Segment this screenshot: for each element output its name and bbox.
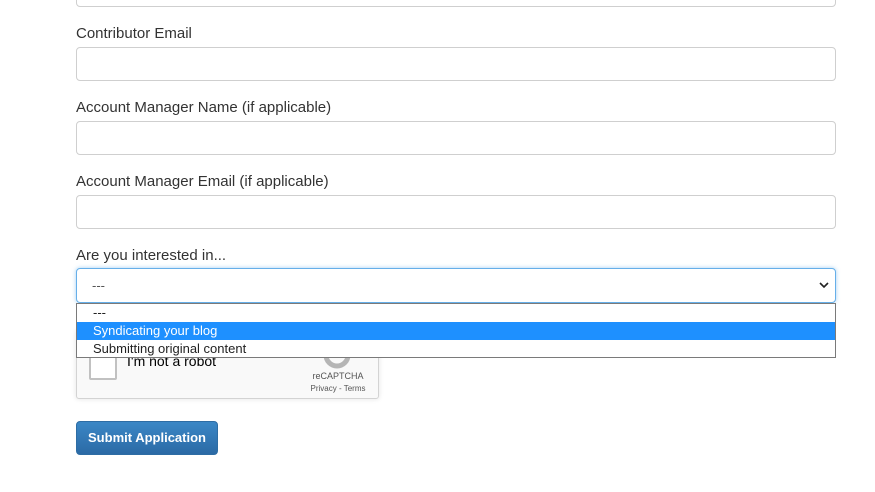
application-form: Contributor Email Account Manager Name (… xyxy=(0,0,875,492)
account-manager-email-field[interactable] xyxy=(76,195,836,229)
recaptcha-brand: reCAPTCHA xyxy=(312,371,364,381)
interest-label: Are you interested in... xyxy=(76,247,227,264)
account-manager-name-field[interactable] xyxy=(76,121,836,155)
interest-select-value: --- xyxy=(92,278,105,293)
account-manager-name-label: Account Manager Name (if applicable) xyxy=(76,99,332,116)
contributor-email-field[interactable] xyxy=(76,47,836,81)
account-manager-email-label: Account Manager Email (if applicable) xyxy=(76,173,329,190)
option-submitting-content[interactable]: Submitting original content xyxy=(77,340,835,358)
option-syndicating-blog[interactable]: Syndicating your blog xyxy=(77,322,835,340)
interest-select[interactable]: --- xyxy=(76,268,836,303)
submit-application-button[interactable]: Submit Application xyxy=(76,421,218,455)
contributor-email-label: Contributor Email xyxy=(76,25,192,42)
option-none[interactable]: --- xyxy=(77,304,835,322)
recaptcha-links[interactable]: Privacy - Terms xyxy=(305,384,371,393)
previous-field-input[interactable] xyxy=(76,0,836,7)
interest-options-list: --- Syndicating your blog Submitting ori… xyxy=(76,303,836,358)
chevron-down-icon xyxy=(819,282,829,289)
